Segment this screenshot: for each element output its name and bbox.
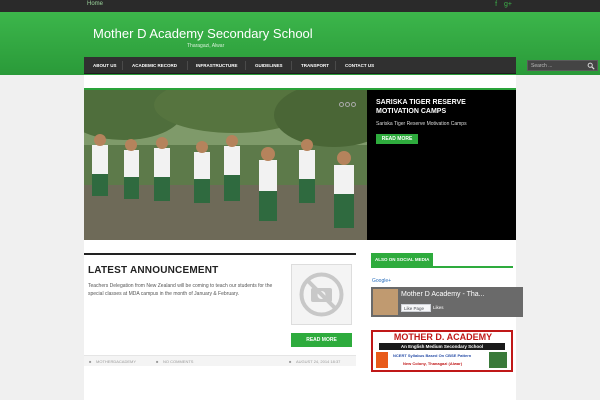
slider-dot[interactable] [339, 102, 344, 107]
banner-address: New Colony, Thanagazi (Alwar) [403, 361, 463, 366]
nav-divider [122, 61, 123, 70]
social-widget-header: ALSO ON SOCIAL MEDIA [371, 253, 513, 268]
home-link[interactable]: Home [87, 1, 103, 7]
announcement-text: Teachers Delegation from New Zealand wil… [88, 283, 273, 297]
nav-divider [335, 61, 336, 70]
slider-dot[interactable] [345, 102, 350, 107]
banner-syllabus: NCERT Syllabus Based On CBSE Pattern [393, 353, 472, 358]
banner-books-image [489, 352, 507, 368]
nav-item-transport[interactable]: TRANSPORT [301, 57, 329, 74]
slide-title[interactable]: SARISKA TIGER RESERVE MOTIVATION CAMPS [376, 98, 506, 116]
site-subtitle: Tharagazi, Alwar [187, 43, 225, 49]
facebook-like-button[interactable]: Like Page [401, 304, 431, 312]
nav-divider [187, 61, 188, 70]
slider-pagination [338, 94, 356, 112]
user-icon: ■ [89, 359, 92, 364]
post-comments[interactable]: NO COMMENTS [163, 359, 193, 364]
featured-slider: SARISKA TIGER RESERVE MOTIVATION CAMPS S… [84, 88, 516, 240]
search-icon[interactable] [587, 62, 595, 70]
nav-divider [291, 61, 292, 70]
facebook-icon[interactable]: f [495, 1, 497, 8]
google-plus-link[interactable]: Google+ [372, 278, 391, 284]
post-author[interactable]: MOTHERDACADEMY [96, 359, 136, 364]
banner-title: MOTHER D. ACADEMY [393, 332, 493, 342]
social-links: f g+ [490, 1, 512, 8]
slide-read-more-button[interactable]: READ MORE [376, 134, 418, 144]
facebook-likes-label: Likes [433, 305, 444, 310]
slide-image[interactable] [84, 90, 367, 240]
top-bar: Home f g+ [0, 0, 600, 12]
main-navigation: ABOUT US ACADEMIC RECORD INFRASTRUCTURE … [84, 57, 598, 74]
banner-subtitle: An English Medium Secondary School [379, 343, 505, 350]
nav-item-guidelines[interactable]: GUIDELINES [255, 57, 283, 74]
comment-icon: ■ [156, 359, 159, 364]
facebook-page-photo [373, 289, 398, 315]
school-banner-ad[interactable]: MOTHER D. ACADEMY An English Medium Seco… [371, 330, 513, 372]
site-title[interactable]: Mother D Academy Secondary School [93, 26, 313, 41]
no-image-placeholder[interactable] [291, 264, 352, 325]
nav-item-about-us[interactable]: ABOUT US [93, 57, 117, 74]
facebook-page-widget[interactable]: Mother D Academy - Tha... Like Page Like… [371, 287, 523, 317]
post-date: AUGUST 24, 2014 18:37 [296, 359, 341, 364]
google-plus-icon[interactable]: g+ [504, 1, 512, 8]
announcement-read-more-button[interactable]: READ MORE [291, 333, 352, 347]
announcement-post: LATEST ANNOUNCEMENT Teachers Delegation … [84, 253, 356, 369]
nav-item-contact-us[interactable]: CONTACT US [345, 57, 374, 74]
slider-dot[interactable] [351, 102, 356, 107]
widget-title: ALSO ON SOCIAL MEDIA [371, 253, 434, 266]
banner-logo [376, 352, 388, 368]
search-input[interactable] [531, 62, 586, 70]
search-box [527, 60, 598, 71]
nav-divider [245, 61, 246, 70]
nav-item-academic-record[interactable]: ACADEMIC RECORD [132, 57, 177, 74]
post-meta: ■ MOTHERDACADEMY ■ NO COMMENTS ■ AUGUST … [84, 355, 356, 366]
facebook-page-name[interactable]: Mother D Academy - Tha... [401, 291, 485, 298]
announcement-title[interactable]: LATEST ANNOUNCEMENT [88, 265, 218, 276]
nav-item-infrastructure[interactable]: INFRASTRUCTURE [196, 57, 238, 74]
no-camera-icon [299, 272, 344, 317]
calendar-icon: ■ [289, 359, 292, 364]
slide-excerpt: Sariska Tiger Reserve Motivation Camps [376, 121, 467, 127]
